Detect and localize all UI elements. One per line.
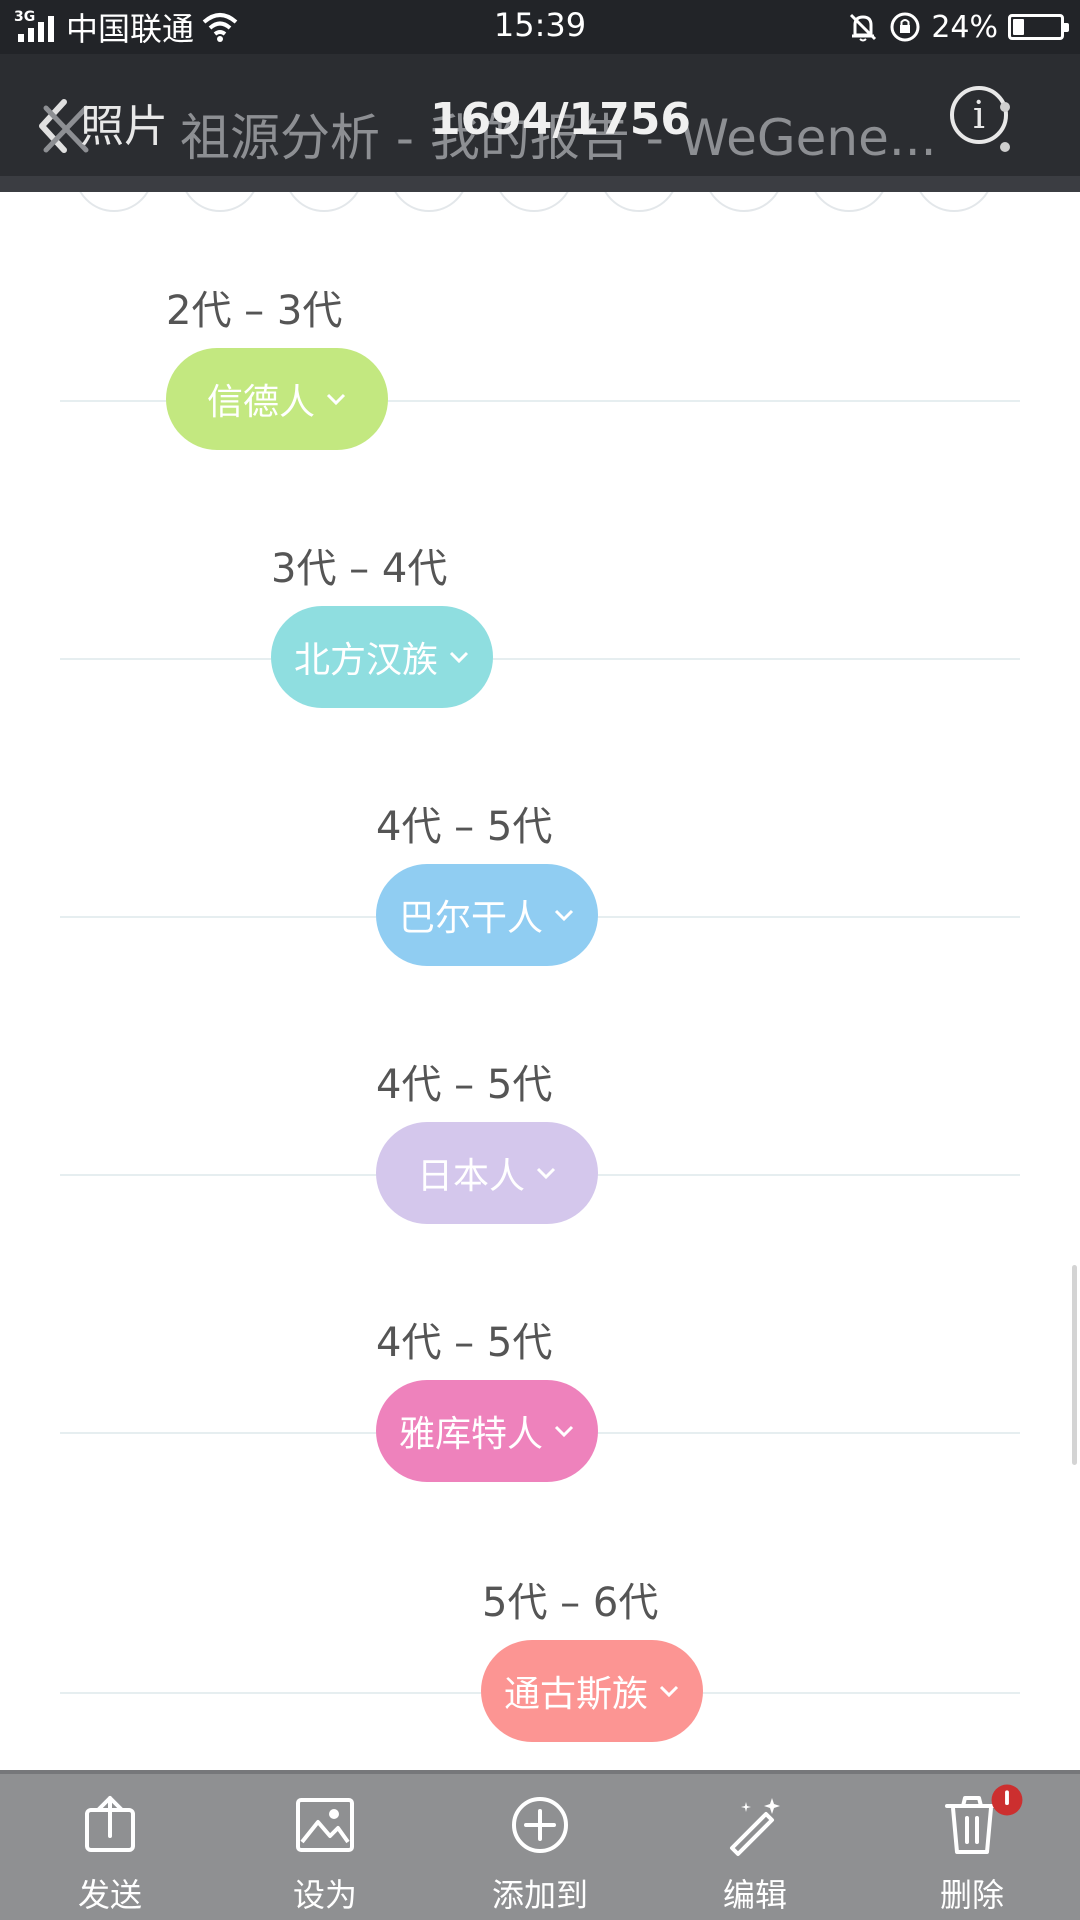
set-as-icon [296,1798,354,1852]
set-as-label: 设为 [292,1876,357,1914]
generation-label: 5代 – 6代 [482,1580,659,1626]
title-bar-divider [0,176,1080,192]
generation-label: 4代 – 5代 [376,1062,553,1108]
chevron-down-icon [326,393,346,406]
add-to-icon [512,1797,568,1853]
add-to-button[interactable]: 添加到 [460,1792,620,1914]
population-pill[interactable]: 通古斯族 [481,1640,703,1742]
rotation-lock-icon [890,12,920,42]
album-label[interactable]: 照片 [80,90,168,154]
notification-badge [991,1784,1023,1816]
send-label: 发送 [77,1876,142,1914]
photo-counter: 1694/1756 [430,94,691,145]
chevron-down-icon [554,1425,574,1438]
population-name: 北方汉族 [293,640,438,681]
chevron-down-icon [449,651,469,664]
send-icon [85,1796,135,1852]
circle-row-partial [0,192,1080,222]
population-pill[interactable]: 信德人 [166,348,388,450]
population-name: 雅库特人 [398,1414,543,1455]
chevron-down-icon [554,909,574,922]
battery-percent: 24% [931,9,998,45]
population-pill[interactable]: 北方汉族 [271,606,493,708]
timeline-row: 4代 – 5代 雅库特人 [0,1310,1080,1550]
timeline-row: 2代 – 3代 信德人 [0,278,1080,518]
edit-label: 编辑 [722,1876,787,1914]
scrollbar[interactable] [1072,1265,1077,1465]
add-to-label: 添加到 [491,1876,588,1914]
timeline-row: 4代 – 5代 日本人 [0,1052,1080,1292]
edit-magic-icon [730,1798,780,1856]
generation-label: 4代 – 5代 [376,804,553,850]
viewer-title-bar: 祖源分析 - 我的报告 - WeGene... 照片 1694/1756 i [0,54,1080,192]
send-button[interactable]: 发送 [30,1792,190,1914]
edit-button[interactable]: 编辑 [675,1792,835,1914]
population-pill[interactable]: 巴尔干人 [376,864,598,966]
population-name: 信德人 [206,382,315,423]
chevron-down-icon [536,1167,556,1180]
delete-label: 删除 [939,1876,1004,1914]
generation-label: 4代 – 5代 [376,1320,553,1366]
timeline-row: 3代 – 4代 北方汉族 [0,536,1080,776]
timeline-row: 4代 – 5代 巴尔干人 [0,794,1080,1034]
status-bar: 3G 中国联通 15:39 24% [0,0,1080,54]
population-name: 通古斯族 [503,1674,648,1715]
generation-label: 2代 – 3代 [166,288,343,334]
delete-button[interactable]: 删除 [892,1792,1052,1914]
chevron-down-icon [659,1685,679,1698]
population-name: 巴尔干人 [398,898,543,939]
battery-icon [1008,14,1069,40]
population-name: 日本人 [416,1156,525,1197]
population-pill[interactable]: 日本人 [376,1122,598,1224]
generation-label: 3代 – 4代 [271,546,448,592]
population-pill[interactable]: 雅库特人 [376,1380,598,1482]
battery-level-fill [1013,19,1024,35]
bottom-toolbar: 发送 设为 添加到 编辑 删除 [0,1770,1080,1920]
mute-bell-icon [850,13,877,42]
set-as-button[interactable]: 设为 [245,1792,405,1914]
